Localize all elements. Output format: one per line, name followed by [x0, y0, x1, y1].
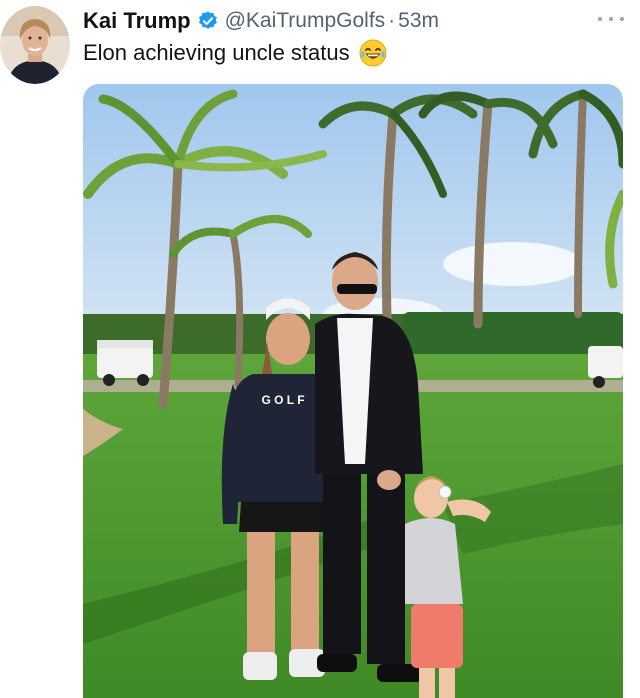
photo-illustration: G O L F — [83, 84, 623, 698]
timestamp[interactable]: 53m — [398, 9, 439, 33]
verified-badge-icon — [197, 10, 219, 32]
author-handle[interactable]: @KaiTrumpGolfs — [225, 9, 386, 33]
tweet-text: Elon achieving uncle status — [83, 38, 388, 68]
avatar[interactable] — [0, 6, 70, 84]
shirt-print: G O L F — [261, 393, 304, 407]
avatar-image — [0, 6, 70, 84]
tweet-photo[interactable]: G O L F — [83, 84, 623, 698]
separator-dot: · — [388, 9, 396, 32]
tweet[interactable]: Kai Trump @KaiTrumpGolfs · 53m Elon achi… — [0, 0, 640, 698]
tweet-text-content: Elon achieving uncle status — [83, 40, 350, 65]
author-name[interactable]: Kai Trump — [83, 8, 191, 34]
laughing-tears-emoji-icon — [358, 38, 388, 68]
tweet-header: Kai Trump @KaiTrumpGolfs · 53m — [83, 6, 439, 36]
more-options-icon[interactable] — [598, 9, 624, 29]
